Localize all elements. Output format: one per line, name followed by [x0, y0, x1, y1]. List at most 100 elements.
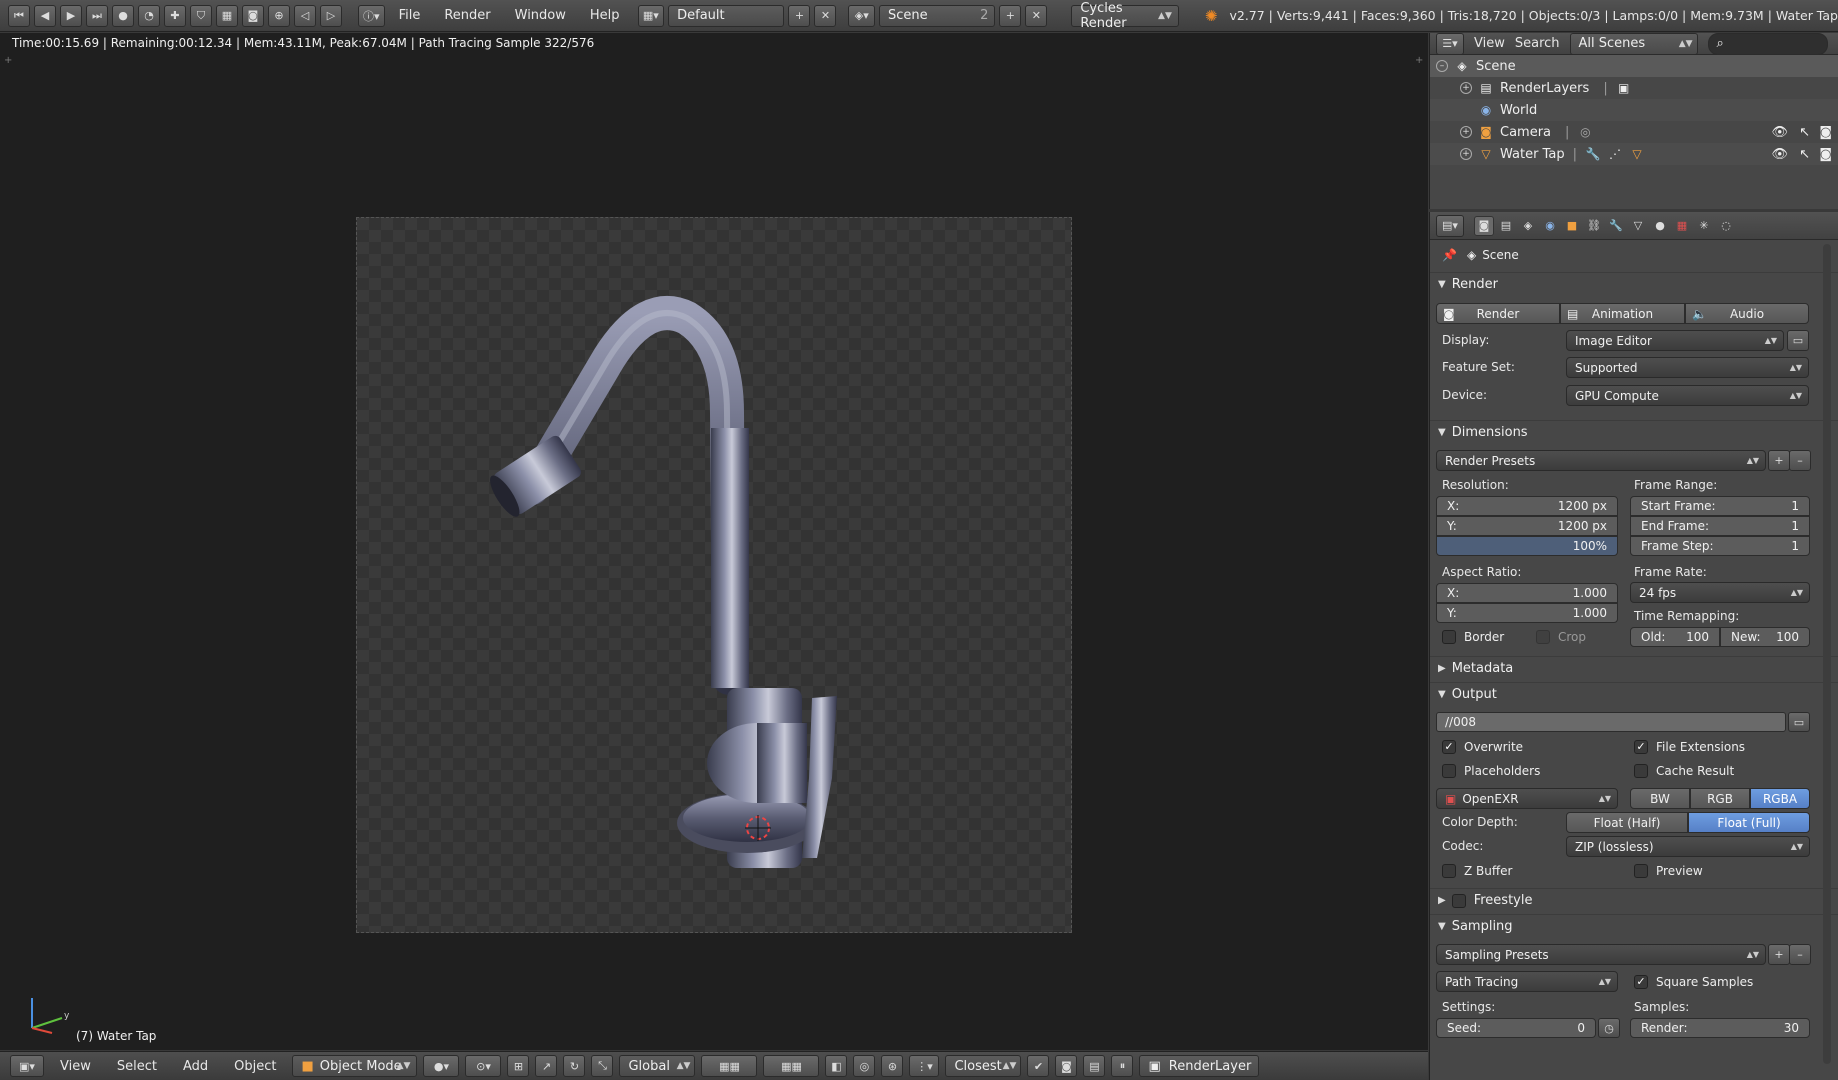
frame-step-field[interactable]: Frame Step: 1: [1630, 536, 1810, 556]
close-screen-icon[interactable]: ✕: [814, 4, 837, 27]
freestyle-checkbox[interactable]: [1451, 893, 1466, 908]
pin-icon[interactable]: 📌: [1442, 248, 1457, 262]
play-reverse-icon[interactable]: ◀: [34, 4, 56, 27]
outliner-editor-icon[interactable]: ☰▾: [1436, 32, 1464, 55]
time-new-field[interactable]: New: 100: [1720, 627, 1810, 647]
feature-set-select[interactable]: Supported ▲▼: [1566, 357, 1809, 378]
3d-viewport[interactable]: Time:00:15.69 | Remaining:00:12.34 | Mem…: [0, 33, 1428, 1050]
corner-widget-icon[interactable]: +: [1415, 55, 1423, 66]
lock-layer-icon[interactable]: ◧: [825, 1055, 848, 1077]
float-full-button[interactable]: Float (Full): [1688, 812, 1810, 833]
opengl-render-icon[interactable]: ◙: [1055, 1055, 1078, 1077]
menu-file[interactable]: File: [389, 8, 431, 23]
screen-layout-icon[interactable]: ▦▾: [637, 4, 665, 27]
material-tab-icon[interactable]: ●: [1650, 216, 1670, 236]
expand-icon[interactable]: +: [1460, 82, 1472, 94]
world-tab-icon[interactable]: ◉: [1540, 216, 1560, 236]
properties-editor-icon[interactable]: ▤▾: [1436, 214, 1464, 237]
panel-dimensions-header[interactable]: ▼ Dimensions: [1430, 420, 1838, 444]
frame-rate-select[interactable]: 24 fps ▲▼: [1630, 582, 1810, 603]
file-extensions-checkbox[interactable]: ✓ File Extensions: [1634, 740, 1745, 754]
border-checkbox[interactable]: Border: [1442, 630, 1504, 644]
shading-icon[interactable]: ●▾: [423, 1055, 460, 1077]
data-tab-icon[interactable]: ▽: [1628, 216, 1648, 236]
output-path-input[interactable]: //008: [1436, 712, 1786, 732]
camera-icon[interactable]: ◙: [242, 4, 264, 27]
add-scene-icon[interactable]: +: [999, 4, 1022, 27]
folder-icon[interactable]: ▭: [1788, 712, 1810, 732]
resolution-y-field[interactable]: Y: 1200 px: [1436, 516, 1618, 536]
render-button[interactable]: ◙ Render: [1436, 303, 1560, 324]
outliner-row-camera[interactable]: + ◙ Camera | ◎ 👁 ↖ ◙: [1430, 121, 1838, 143]
close-scene-icon[interactable]: ✕: [1025, 4, 1048, 27]
physics-tab-icon[interactable]: ◌: [1716, 216, 1736, 236]
resolution-percentage-slider[interactable]: 100%: [1436, 536, 1618, 556]
editor-type-icon[interactable]: ▣▾: [10, 1055, 44, 1077]
menu-window[interactable]: Window: [505, 8, 576, 23]
outliner-row-world[interactable]: ◉ World: [1430, 99, 1838, 121]
aspect-y-field[interactable]: Y: 1.000: [1436, 603, 1618, 623]
render-layers-tab-icon[interactable]: ▤: [1496, 216, 1516, 236]
placeholders-checkbox[interactable]: Placeholders: [1442, 764, 1540, 778]
opengl-anim-icon[interactable]: ▤: [1083, 1055, 1106, 1077]
z-buffer-checkbox[interactable]: Z Buffer: [1442, 864, 1512, 878]
color-rgba-button[interactable]: RGBA: [1750, 788, 1810, 809]
texture-tab-icon[interactable]: ▦: [1672, 216, 1692, 236]
menu-add[interactable]: Add: [173, 1059, 218, 1074]
square-samples-checkbox[interactable]: ✓ Square Samples: [1634, 975, 1753, 989]
cache-result-checkbox[interactable]: Cache Result: [1634, 764, 1734, 778]
layers-grid-icon[interactable]: ▦▦: [763, 1055, 820, 1077]
scene-icon[interactable]: ◈▾: [848, 4, 876, 27]
outliner-view-menu[interactable]: View: [1474, 36, 1505, 51]
jump-end-icon[interactable]: ⏭: [86, 4, 108, 27]
render-presets-select[interactable]: Render Presets ▲▼: [1436, 450, 1766, 471]
float-half-button[interactable]: Float (Half): [1566, 812, 1688, 833]
menu-view[interactable]: View: [50, 1059, 101, 1074]
pivot-icon[interactable]: ⊙▾: [465, 1055, 502, 1077]
outliner-row-scene[interactable]: – ◈ Scene: [1430, 55, 1838, 77]
outliner-search-input[interactable]: ⌕: [1707, 32, 1828, 55]
shield-icon[interactable]: ⛉: [190, 4, 212, 27]
render-engine-select[interactable]: Cycles Render ▲▼: [1071, 1, 1179, 31]
eye-icon[interactable]: 👁: [1771, 147, 1788, 162]
panel-output-header[interactable]: ▼ Output: [1430, 682, 1838, 706]
key-add-icon[interactable]: ✚: [164, 4, 186, 27]
collapse-icon[interactable]: –: [1436, 60, 1448, 72]
pause-icon[interactable]: ⏸: [1111, 1055, 1134, 1077]
render-camera-icon[interactable]: ◙: [1819, 147, 1832, 162]
particles-tab-icon[interactable]: ✳: [1694, 216, 1714, 236]
translate-icon[interactable]: ↗: [535, 1055, 558, 1077]
panel-freestyle-header[interactable]: ▶ Freestyle: [1430, 888, 1838, 912]
snap-toggle-icon[interactable]: ⊛: [881, 1055, 904, 1077]
panel-sampling-header[interactable]: ▼ Sampling: [1430, 914, 1838, 938]
checker-icon[interactable]: ▦: [216, 4, 238, 27]
layers-grid-icon[interactable]: ▦▦: [701, 1055, 758, 1077]
add-screen-icon[interactable]: +: [788, 4, 811, 27]
proportional-edit-icon[interactable]: ◎: [853, 1055, 876, 1077]
panel-render-header[interactable]: ▼ Render: [1430, 272, 1838, 296]
scene-field[interactable]: Scene 2: [879, 4, 996, 27]
eye-icon[interactable]: 👁: [1771, 125, 1788, 140]
menu-render[interactable]: Render: [434, 8, 500, 23]
play-icon[interactable]: ▶: [60, 4, 82, 27]
outliner-filter-select[interactable]: All Scenes ▲▼: [1569, 32, 1698, 55]
file-format-select[interactable]: ▣ OpenEXR ▲▼: [1436, 788, 1618, 809]
overwrite-checkbox[interactable]: ✓ Overwrite: [1442, 740, 1523, 754]
end-frame-field[interactable]: End Frame: 1: [1630, 516, 1810, 536]
outliner-search-menu[interactable]: Search: [1515, 36, 1560, 51]
modifiers-tab-icon[interactable]: 🔧: [1606, 216, 1626, 236]
integrator-select[interactable]: Path Tracing ▲▼: [1436, 971, 1618, 992]
show-render-window-icon[interactable]: ▭: [1787, 330, 1809, 351]
animation-button[interactable]: ▤ Animation: [1560, 303, 1685, 324]
expand-icon[interactable]: +: [1460, 148, 1472, 160]
menu-select[interactable]: Select: [107, 1059, 167, 1074]
remove-preset-icon[interactable]: –: [1789, 450, 1811, 471]
seed-field[interactable]: Seed: 0: [1436, 1018, 1596, 1038]
render-layer-field[interactable]: ▣ RenderLayer: [1139, 1055, 1260, 1077]
menu-object[interactable]: Object: [224, 1059, 286, 1074]
preview-checkbox[interactable]: Preview: [1634, 864, 1703, 878]
color-rgb-button[interactable]: RGB: [1690, 788, 1750, 809]
prev-key-icon[interactable]: ◁: [294, 4, 316, 27]
expand-icon[interactable]: +: [1460, 126, 1472, 138]
add-preset-icon[interactable]: +: [1768, 450, 1790, 471]
